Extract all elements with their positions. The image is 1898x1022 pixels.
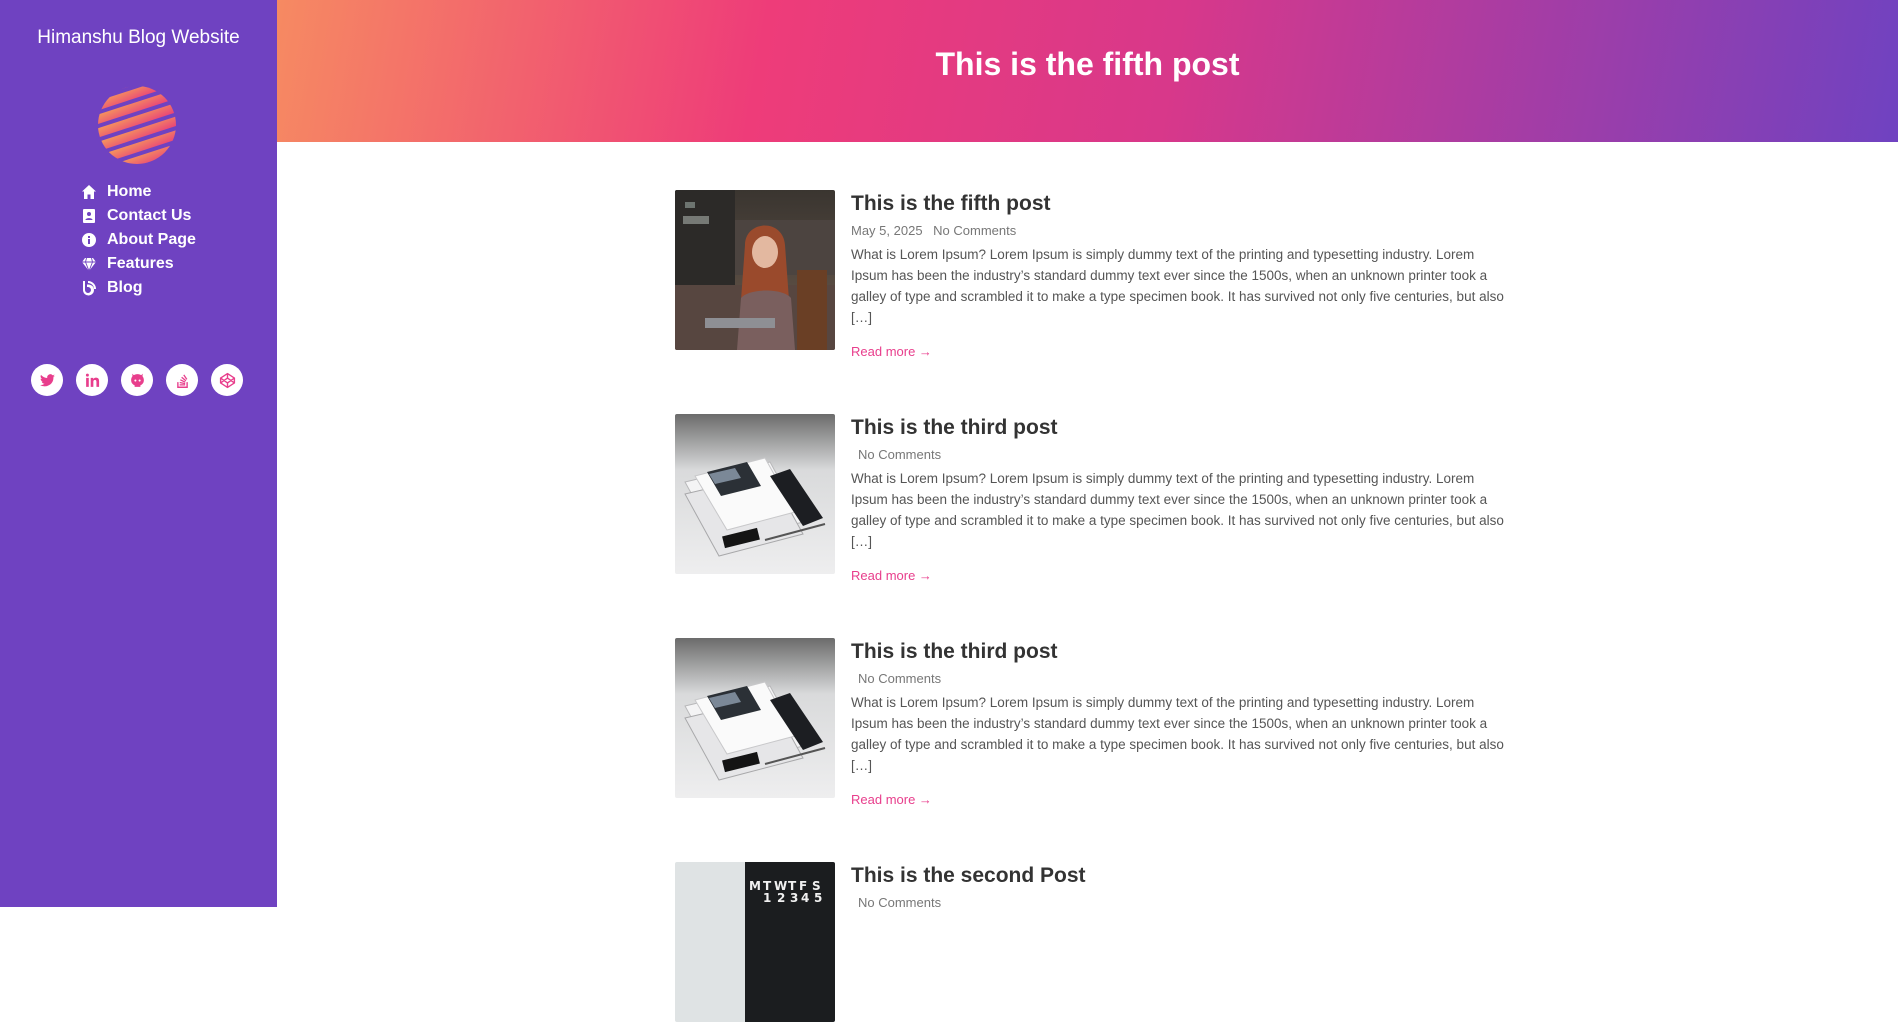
- post-comments[interactable]: No Comments: [933, 223, 1016, 238]
- page-header: This is the fifth post: [277, 0, 1898, 142]
- notebook-phone-image: [675, 414, 835, 574]
- post-title[interactable]: This is the second Post: [851, 862, 1505, 890]
- post-meta: May 5, 2025 No Comments: [851, 223, 1505, 240]
- stackoverflow-link[interactable]: [166, 364, 198, 396]
- post-body: This is the fifth post May 5, 2025 No Co…: [851, 190, 1505, 361]
- post-thumbnail[interactable]: [675, 638, 835, 798]
- post-comments[interactable]: No Comments: [858, 447, 941, 462]
- nav-label: Features: [107, 255, 174, 272]
- contact-card-icon: [80, 207, 98, 225]
- twitter-icon: [39, 373, 55, 386]
- twitter-link[interactable]: [31, 364, 63, 396]
- nav-item-blog[interactable]: Blog: [80, 276, 196, 300]
- site-title[interactable]: Himanshu Blog Website: [0, 27, 277, 49]
- post-excerpt: What is Lorem Ipsum? Lorem Ipsum is simp…: [851, 471, 1504, 549]
- woman-laptop-image: [675, 190, 835, 350]
- nav-item-home[interactable]: Home: [80, 180, 196, 204]
- svg-text:1: 1: [763, 891, 771, 905]
- social-links: [31, 364, 256, 396]
- sidebar-nav: Home Contact Us About Page Features Blog: [80, 180, 196, 300]
- codepen-icon: [219, 372, 235, 388]
- nav-item-features[interactable]: Features: [80, 252, 196, 276]
- github-link[interactable]: [121, 364, 153, 396]
- blog-icon: [80, 279, 98, 297]
- calendar-image: MTW TFS 123 45: [675, 862, 835, 1022]
- post-meta: No Comments: [851, 671, 1505, 688]
- post-thumbnail[interactable]: [675, 190, 835, 350]
- nav-item-about-page[interactable]: About Page: [80, 228, 196, 252]
- diamond-icon: [80, 255, 98, 273]
- post-comments[interactable]: No Comments: [858, 671, 941, 686]
- stackoverflow-icon: [176, 373, 188, 388]
- svg-text:2: 2: [777, 891, 785, 905]
- nav-label: Home: [107, 183, 152, 200]
- nav-label: Contact Us: [107, 207, 192, 224]
- svg-text:3: 3: [790, 891, 798, 905]
- post-meta: No Comments: [851, 895, 1505, 912]
- post-title[interactable]: This is the fifth post: [851, 190, 1505, 218]
- post-body: This is the second Post No Comments: [851, 862, 1505, 912]
- read-more-link[interactable]: Read more →: [851, 568, 932, 583]
- post-title[interactable]: This is the third post: [851, 638, 1505, 666]
- svg-text:4: 4: [801, 891, 809, 905]
- svg-text:5: 5: [814, 891, 822, 905]
- nav-label: About Page: [107, 231, 196, 248]
- nav-label: Blog: [107, 279, 143, 296]
- post-thumbnail[interactable]: MTW TFS 123 45: [675, 862, 835, 1022]
- linkedin-link[interactable]: [76, 364, 108, 396]
- info-icon: [80, 231, 98, 249]
- post-body: This is the third post No Comments What …: [851, 414, 1505, 585]
- globe-logo-icon[interactable]: [97, 85, 177, 165]
- post-thumbnail[interactable]: [675, 414, 835, 574]
- post-excerpt: What is Lorem Ipsum? Lorem Ipsum is simp…: [851, 695, 1504, 773]
- home-icon: [80, 183, 98, 201]
- post-comments[interactable]: No Comments: [858, 895, 941, 910]
- post-meta: No Comments: [851, 447, 1505, 464]
- linkedin-icon: [85, 373, 99, 387]
- read-more-link[interactable]: Read more →: [851, 344, 932, 359]
- page-title: This is the fifth post: [935, 46, 1240, 82]
- post-date[interactable]: May 5, 2025: [851, 223, 923, 238]
- codepen-link[interactable]: [211, 364, 243, 396]
- github-icon: [130, 373, 144, 387]
- post-title[interactable]: This is the third post: [851, 414, 1505, 442]
- read-more-link[interactable]: Read more →: [851, 792, 932, 807]
- nav-item-contact-us[interactable]: Contact Us: [80, 204, 196, 228]
- svg-text:M: M: [749, 879, 761, 893]
- sidebar: Himanshu Blog Website Home Contact Us Ab…: [0, 0, 277, 907]
- post-body: This is the third post No Comments What …: [851, 638, 1505, 809]
- notebook-phone-image: [675, 638, 835, 798]
- post-excerpt: What is Lorem Ipsum? Lorem Ipsum is simp…: [851, 247, 1504, 325]
